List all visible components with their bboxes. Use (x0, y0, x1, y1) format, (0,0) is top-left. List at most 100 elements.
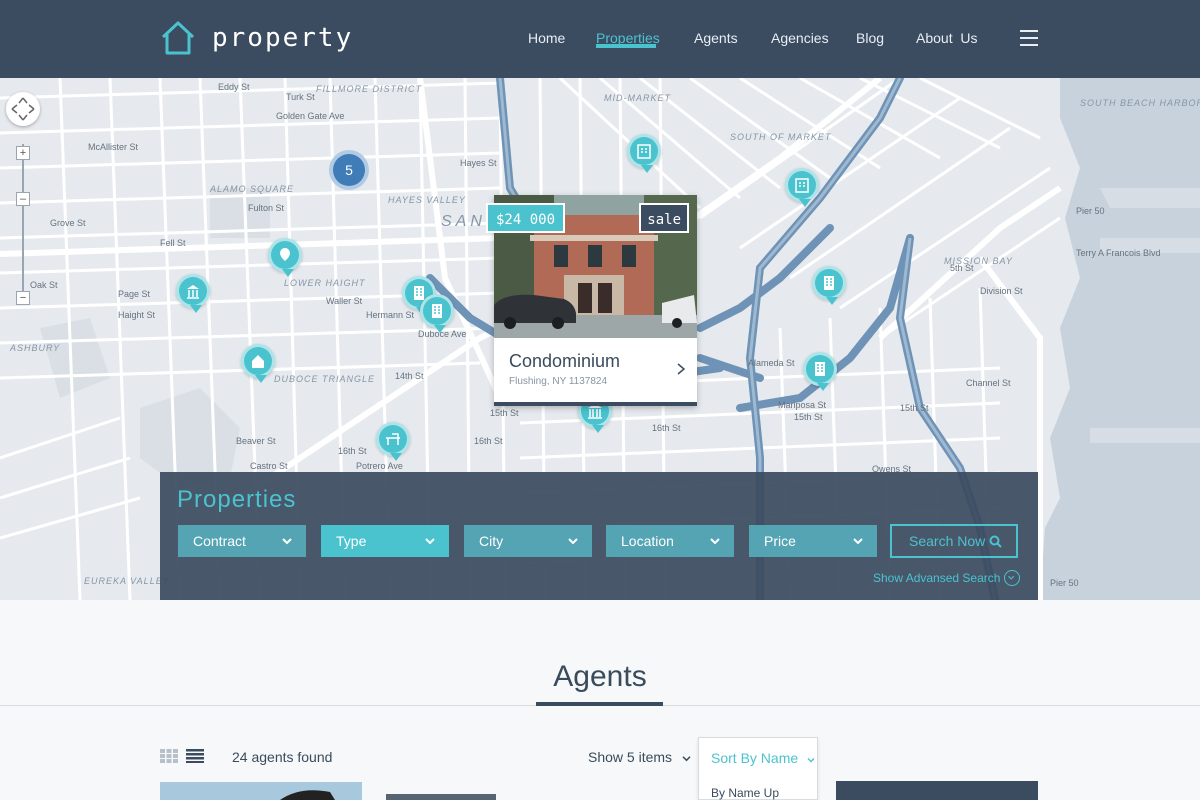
street-label: Pier 50 (1050, 578, 1079, 588)
agent-name-cropped[interactable] (386, 794, 496, 800)
map-pin-office[interactable] (785, 168, 819, 207)
street-label: Fell St (160, 238, 186, 248)
district-label: SOUTH BEACH HARBOR (1080, 98, 1200, 108)
district-label: LOWER HAIGHT (284, 278, 366, 288)
zoom-in-button[interactable]: + (16, 146, 30, 160)
house-icon (161, 21, 195, 55)
street-label: 15th St (794, 412, 823, 422)
advanced-search-link[interactable]: Show Advansed Search (873, 571, 1000, 585)
agents-found-count: 24 agents found (232, 749, 333, 765)
type-select[interactable]: Type (321, 525, 449, 557)
district-label: EUREKA VALLEY (84, 576, 170, 586)
nav-agencies[interactable]: Agencies (771, 30, 829, 46)
property-popup-card[interactable]: $24 000 sale Condominium Flushing, NY 11… (486, 195, 697, 406)
nav-home[interactable]: Home (528, 30, 565, 46)
map-pin-apartment[interactable] (812, 266, 846, 305)
chevron-right-icon[interactable] (677, 363, 685, 375)
building-icon (637, 144, 651, 159)
sort-option[interactable]: By Name Up (711, 786, 779, 800)
district-label: FILLMORE DISTRICT (316, 84, 423, 94)
street-label: Grove St (50, 218, 86, 228)
agents-section (0, 600, 1200, 800)
map-marker-icon (280, 248, 290, 261)
city-select[interactable]: City (464, 525, 592, 557)
chevron-down-icon (710, 538, 720, 545)
street-label: Castro St (250, 461, 288, 471)
district-label: ALAMO SQUARE (210, 184, 295, 194)
district-label: DUBOCE TRIANGLE (274, 374, 376, 384)
agent-photo-image (280, 790, 335, 800)
property-status-badge: sale (639, 203, 689, 233)
logo-text: property (212, 23, 354, 53)
apartment-icon (432, 304, 442, 318)
zoom-out-button[interactable]: − (16, 291, 30, 305)
map-pin-office[interactable] (627, 134, 661, 173)
zoom-handle[interactable]: – (16, 192, 30, 206)
map-pin-office[interactable] (376, 422, 410, 461)
hamburger-menu-icon[interactable] (1020, 30, 1038, 46)
search-icon (989, 535, 1002, 548)
show-items-dropdown[interactable]: Show 5 items (588, 749, 691, 765)
map-pin-house[interactable] (176, 274, 210, 313)
sort-dropdown[interactable]: Sort By Name By Name Up (698, 737, 818, 800)
map-pan-control[interactable] (6, 92, 40, 126)
home-icon (252, 355, 264, 368)
list-view-icon[interactable] (186, 749, 204, 763)
advanced-search-toggle[interactable] (1004, 570, 1020, 586)
location-select-label: Location (621, 533, 674, 549)
street-label: Hayes St (460, 158, 497, 168)
chevron-down-icon (853, 538, 863, 545)
logo[interactable]: property (160, 20, 353, 56)
map-pin-land[interactable] (268, 238, 302, 277)
house-columns-icon (187, 285, 199, 299)
contract-select[interactable]: Contract (178, 525, 306, 557)
chevron-down-icon (807, 758, 815, 763)
card-bottom-bar (494, 402, 697, 406)
street-label: Beaver St (236, 436, 276, 446)
nav-about-us[interactable]: About Us (916, 30, 977, 46)
show-items-label: Show 5 items (588, 749, 673, 765)
district-label: SOUTH OF MARKET (730, 132, 832, 142)
contract-select-label: Contract (193, 533, 246, 549)
street-label: Fulton St (248, 203, 285, 213)
street-label: Pier 50 (1076, 206, 1105, 216)
building-icon (795, 178, 809, 193)
chevron-down-icon (568, 538, 578, 545)
agent-photo[interactable] (160, 782, 362, 800)
pan-arrows-icon (11, 97, 35, 121)
district-label: MISSION BAY (944, 256, 1013, 266)
nav-blog[interactable]: Blog (856, 30, 884, 46)
map-pin-apartment[interactable] (803, 352, 837, 391)
sort-selected[interactable]: Sort By Name (711, 750, 815, 766)
property-address: Flushing, NY 1137824 (509, 376, 608, 387)
location-select[interactable]: Location (606, 525, 734, 557)
grid-view-icon[interactable] (160, 749, 178, 763)
map-pin-apartment[interactable] (420, 294, 454, 333)
street-label: 15th St (490, 408, 519, 418)
search-now-button[interactable]: Search Now (890, 524, 1018, 558)
property-search-panel: Properties Contract Type City Location P… (160, 472, 1038, 600)
street-label: 14th St (395, 371, 424, 381)
district-label: MID-MARKET (604, 93, 671, 103)
street-label: Golden Gate Ave (276, 111, 345, 121)
sort-selected-label: Sort By Name (711, 750, 799, 766)
street-label: Mariposa St (778, 400, 827, 410)
street-label: Haight St (118, 310, 156, 320)
map-cluster-marker[interactable]: 5 (329, 150, 369, 190)
city-select-label: City (479, 533, 504, 549)
property-title: Condominium (509, 351, 621, 371)
price-select[interactable]: Price (749, 525, 877, 557)
heading-underline (536, 702, 663, 706)
search-now-label: Search Now (909, 533, 986, 549)
street-label: McAllister St (88, 142, 139, 152)
street-label: Potrero Ave (356, 461, 403, 471)
desk-icon (386, 433, 400, 445)
street-label: Channel St (966, 378, 1011, 388)
map-pin-house[interactable] (241, 344, 275, 383)
zoom-slider[interactable] (22, 144, 24, 294)
type-select-label: Type (336, 533, 367, 549)
district-label: ASHBURY (10, 343, 61, 353)
property-price-badge: $24 000 (486, 203, 566, 233)
nav-agents[interactable]: Agents (694, 30, 738, 46)
street-label: 16th St (338, 446, 367, 456)
